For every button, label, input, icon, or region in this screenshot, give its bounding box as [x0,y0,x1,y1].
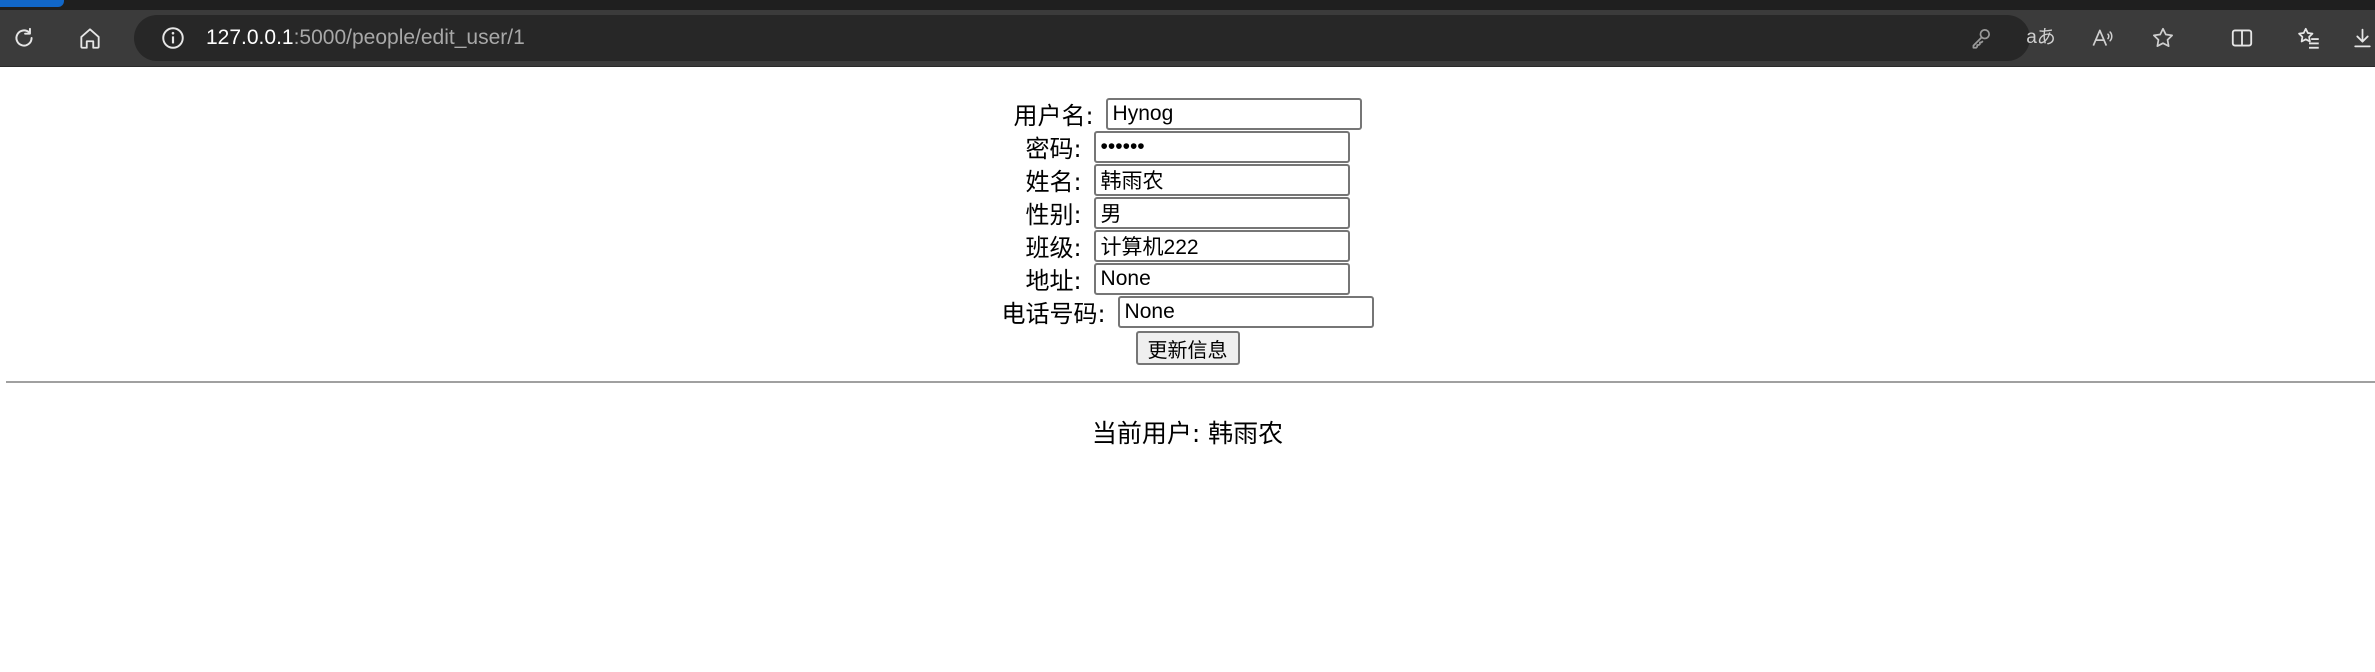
address-input[interactable] [1093,262,1350,295]
tab-strip [0,0,2375,10]
username-row: 用户名: [0,97,2375,130]
gender-input[interactable] [1093,196,1350,229]
split-screen-button[interactable] [2220,10,2264,66]
username-input[interactable] [1105,97,1362,130]
password-row: 密码: [0,130,2375,163]
submit-row: 更新信息 [0,330,2375,366]
url-path: :5000/people/edit_user/1 [293,26,525,49]
password-input[interactable] [1093,130,1350,163]
gender-label: 性别: [1025,201,1082,229]
address-label: 地址: [1025,267,1082,295]
phone-label: 电话号码: [1001,300,1106,328]
refresh-button[interactable] [2,10,46,66]
password-key-button[interactable] [1968,25,1994,51]
key-icon [1972,29,1990,49]
edit-user-form: 用户名: 密码: 姓名: 性别: 班级: 地址: 电话号码: 更新信息 [0,97,2375,366]
read-aloud-icon [2092,29,2113,46]
active-tab[interactable] [0,0,64,7]
name-row: 姓名: [0,163,2375,196]
class-row: 班级: [0,229,2375,262]
home-button[interactable] [68,10,112,66]
phone-row: 电话号码: [0,295,2375,328]
home-icon [80,28,100,49]
current-user-text: 当前用户: 韩雨农 [1091,419,1284,448]
favorites-button[interactable] [2287,10,2331,66]
update-info-button[interactable]: 更新信息 [1135,331,1240,365]
favorite-button[interactable] [2150,25,2176,51]
address-bar[interactable]: 127.0.0.1:5000/people/edit_user/1 aあ [134,15,2173,61]
split-screen-icon [2231,29,2253,47]
favorites-list-icon [2298,27,2319,49]
star-icon [2153,27,2173,47]
read-aloud-button[interactable] [2089,25,2115,51]
name-input[interactable] [1093,163,1350,196]
password-label: 密码: [1025,135,1082,163]
url-host: 127.0.0.1 [206,26,294,49]
gender-row: 性别: [0,196,2375,229]
name-label: 姓名: [1025,168,1082,196]
site-info-icon[interactable] [160,25,186,51]
browser-toolbar: 127.0.0.1:5000/people/edit_user/1 aあ [0,10,2375,67]
username-label: 用户名: [1013,102,1094,130]
class-label: 班级: [1025,234,1082,262]
address-row: 地址: [0,262,2375,295]
downloads-button[interactable] [2350,10,2375,66]
class-input[interactable] [1093,229,1350,262]
horizontal-rule [6,381,2375,383]
page-content: 用户名: 密码: 姓名: 性别: 班级: 地址: 电话号码: 更新信息 [0,67,2375,672]
phone-input[interactable] [1117,295,1374,328]
url-text[interactable]: 127.0.0.1:5000/people/edit_user/1 [206,26,525,50]
refresh-icon [15,27,33,47]
translate-button[interactable]: aあ [2026,25,2056,51]
download-icon [2354,28,2371,48]
